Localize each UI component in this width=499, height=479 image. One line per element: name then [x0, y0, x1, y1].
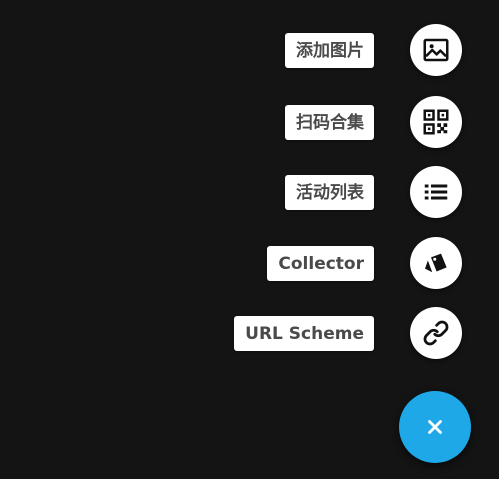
scan-collection-action[interactable]: 扫码合集	[285, 96, 462, 148]
speed-dial-menu: 添加图片 扫码合集 活动列表 Collector URL Scheme	[0, 0, 499, 479]
link-icon	[423, 320, 449, 346]
scan-collection-label[interactable]: 扫码合集	[285, 104, 374, 140]
collector-action[interactable]: Collector	[267, 237, 462, 289]
url-scheme-action[interactable]: URL Scheme	[234, 307, 462, 359]
image-icon	[423, 38, 449, 62]
close-menu-fab[interactable]	[399, 391, 471, 463]
activity-list-action[interactable]: 活动列表	[285, 166, 462, 218]
collector-button[interactable]	[410, 237, 462, 289]
activity-list-label[interactable]: 活动列表	[285, 174, 374, 210]
add-image-label[interactable]: 添加图片	[285, 32, 374, 68]
tag-icon	[425, 253, 447, 273]
url-scheme-button[interactable]	[410, 307, 462, 359]
add-image-button[interactable]	[410, 24, 462, 76]
collector-label[interactable]: Collector	[267, 245, 374, 281]
list-icon	[424, 184, 448, 200]
activity-list-button[interactable]	[410, 166, 462, 218]
url-scheme-label[interactable]: URL Scheme	[234, 315, 374, 351]
add-image-action[interactable]: 添加图片	[285, 24, 462, 76]
qr-code-icon	[423, 109, 449, 135]
scan-collection-button[interactable]	[410, 96, 462, 148]
close-icon	[428, 420, 442, 434]
